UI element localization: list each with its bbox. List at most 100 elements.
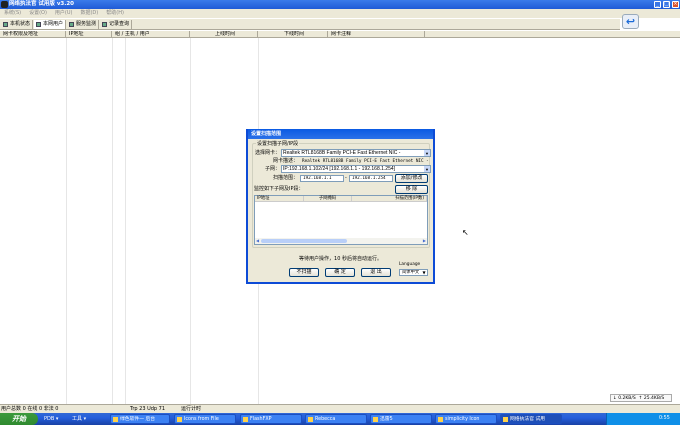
task-label: 绿色软件一 后台 bbox=[120, 417, 156, 422]
task-button[interactable]: Icons from File bbox=[174, 414, 236, 424]
column-divider bbox=[112, 38, 113, 404]
column-header[interactable]: 子网掩码 bbox=[304, 196, 352, 202]
tab-local-status[interactable]: 本机状态 bbox=[1, 20, 34, 29]
status-bar: 用户总数 0 在线 0 非法 0 Trp 23 Udp 71 运行计时 bbox=[0, 404, 680, 413]
chevron-down-icon: ▼ bbox=[424, 150, 430, 156]
column-header[interactable]: 扫描范围(IP数) bbox=[352, 196, 427, 202]
range-from-input[interactable]: 192.168.1.1 bbox=[300, 175, 344, 182]
language-select[interactable]: 简体中文 ▼ bbox=[399, 269, 428, 276]
add-modify-button[interactable]: 添加/修改 bbox=[395, 174, 428, 183]
task-button-active[interactable]: 网络执法官 试用 bbox=[500, 414, 562, 424]
tab-service-monitor[interactable]: 服务监测 bbox=[67, 20, 100, 29]
start-label: 开始 bbox=[12, 415, 26, 423]
scroll-right-icon[interactable]: ▶ bbox=[423, 238, 426, 243]
clock[interactable]: 0:55 bbox=[659, 416, 670, 421]
quicklaunch-pdb[interactable]: PDB ▾ bbox=[44, 413, 58, 425]
taskbar: 开始 PDB ▾ 工具 ▾ 绿色软件一 后台 Icons from File F… bbox=[0, 413, 680, 425]
app-icon bbox=[1, 1, 8, 8]
search-icon bbox=[102, 22, 107, 27]
app-icon bbox=[243, 417, 248, 422]
folder-icon bbox=[308, 417, 313, 422]
monitor-label: 监控如下子网及IP段： bbox=[254, 186, 304, 192]
subnet-table: IP地址 子网掩码 扫描范围(IP数) ◀ ▶ bbox=[254, 195, 428, 245]
chevron-down-icon: ▼ bbox=[421, 270, 427, 275]
exit-button[interactable]: 退 出 bbox=[361, 268, 391, 277]
nic-value: Realtek RTL8168B Family PCI-E Fast Ether… bbox=[283, 150, 401, 156]
status-traffic: Trp 23 Udp 71 bbox=[130, 406, 166, 412]
status-timer: 运行计时 bbox=[181, 406, 202, 412]
nic-select[interactable]: Realtek RTL8168B Family PCI-E Fast Ether… bbox=[281, 149, 431, 157]
column-divider bbox=[190, 38, 191, 404]
tab-bar: 本机状态 本网用户 服务监测 记录查询 bbox=[0, 19, 620, 30]
menu-settings[interactable]: 设置(O) bbox=[29, 10, 47, 16]
menu-help[interactable]: 帮助(H) bbox=[106, 10, 124, 16]
ok-button[interactable]: 确 定 bbox=[325, 268, 355, 277]
subnet-label: 子网： bbox=[264, 166, 280, 172]
menu-system[interactable]: 系统(S) bbox=[4, 10, 21, 16]
users-icon bbox=[36, 22, 41, 27]
close-button[interactable]: × bbox=[672, 1, 679, 8]
scroll-left-icon[interactable]: ◀ bbox=[256, 238, 259, 243]
column-header[interactable]: 网卡注释 bbox=[328, 31, 425, 38]
range-separator: - bbox=[345, 175, 347, 181]
menu-user[interactable]: 用户(U) bbox=[55, 10, 73, 16]
nic-description: Realtek RTL8168B Family PCI-E Fast Ether… bbox=[302, 159, 428, 164]
nic-label: 选择网卡： bbox=[254, 150, 280, 156]
range-to-input[interactable]: 192.168.1.254 bbox=[349, 175, 393, 182]
quicklaunch-tools[interactable]: 工具 ▾ bbox=[72, 413, 86, 425]
menu-data[interactable]: 数据(D) bbox=[80, 10, 98, 16]
task-button[interactable]: 迅雷5 bbox=[370, 414, 432, 424]
table-header: IP地址 子网掩码 扫描范围(IP数) bbox=[255, 196, 427, 202]
tab-record-query[interactable]: 记录查询 bbox=[100, 20, 133, 29]
system-tray: 0:55 bbox=[606, 413, 680, 425]
tab-label: 服务监测 bbox=[76, 21, 97, 27]
dialog-title: 设置扫描范围 bbox=[248, 129, 433, 139]
task-label: 网络执法官 试用 bbox=[510, 417, 546, 422]
column-header[interactable]: IP地址 bbox=[255, 196, 304, 202]
scroll-thumb[interactable] bbox=[261, 239, 347, 243]
tab-label: 本机状态 bbox=[10, 21, 31, 27]
mouse-cursor-icon: ↖ bbox=[462, 228, 469, 237]
speed-indicator: ↓ 0.2KB/S ↑ 25.4KB/S bbox=[610, 394, 672, 402]
column-header[interactable]: 网卡权限及地址 bbox=[0, 31, 66, 38]
tab-label: 本网用户 bbox=[43, 21, 64, 27]
menu-bar: 系统(S) 设置(O) 用户(U) 数据(D) 帮助(H) bbox=[0, 9, 680, 18]
start-button[interactable]: 开始 bbox=[0, 413, 38, 425]
column-header[interactable]: 下线时间 bbox=[258, 31, 328, 38]
column-header[interactable]: IP地址 bbox=[66, 31, 112, 38]
task-button[interactable]: simplicity Icon bbox=[435, 414, 497, 424]
task-button[interactable]: FlashFXP bbox=[240, 414, 302, 424]
app-icon bbox=[113, 417, 118, 422]
task-button[interactable]: 绿色软件一 后台 bbox=[110, 414, 170, 424]
task-button[interactable]: Rebecca bbox=[305, 414, 367, 424]
subnet-value: IP:192.168.1.102/24 [192.168.1.1 - 192.1… bbox=[283, 166, 396, 172]
maximize-button[interactable]: □ bbox=[663, 1, 670, 8]
task-label: Icons from File bbox=[184, 417, 219, 422]
column-header[interactable]: 上线时间 bbox=[190, 31, 258, 38]
horizontal-scrollbar[interactable]: ◀ ▶ bbox=[255, 238, 427, 244]
monitor-icon bbox=[69, 22, 74, 27]
tab-label: 记录查询 bbox=[109, 21, 130, 27]
column-divider bbox=[66, 38, 67, 404]
range-label: 扫描范围： bbox=[272, 175, 298, 181]
status-user-count: 用户总数 0 在线 0 非法 0 bbox=[1, 406, 59, 412]
minimize-button[interactable]: _ bbox=[654, 1, 661, 8]
title-bar: 网络执法官 试用版 v3.20 bbox=[0, 0, 680, 9]
chevron-down-icon: ▼ bbox=[424, 166, 430, 172]
desc-label: 网卡描述： bbox=[272, 158, 298, 164]
column-header[interactable]: 组 / 主机 / 用户 bbox=[112, 31, 190, 38]
app-icon bbox=[177, 417, 182, 422]
tab-network-users[interactable]: 本网用户 bbox=[34, 20, 67, 29]
scan-range-dialog: 设置扫描范围 设置扫描子网/IP段 选择网卡： Realtek RTL8168B… bbox=[246, 129, 435, 284]
column-divider bbox=[125, 38, 126, 404]
logo-icon: ↩ bbox=[622, 14, 639, 29]
download-speed: 25.4KB/S bbox=[643, 396, 665, 401]
task-label: Rebecca bbox=[315, 417, 336, 422]
group-label: 设置扫描子网/IP段 bbox=[256, 140, 300, 147]
subnet-select[interactable]: IP:192.168.1.102/24 [192.168.1.1 - 192.1… bbox=[281, 165, 431, 173]
list-header: 网卡权限及地址 IP地址 组 / 主机 / 用户 上线时间 下线时间 网卡注释 bbox=[0, 31, 680, 38]
task-label: 迅雷5 bbox=[380, 417, 393, 422]
remove-button[interactable]: 移 除 bbox=[395, 185, 428, 194]
upload-speed: 0.2KB/S bbox=[618, 396, 636, 401]
no-scan-button[interactable]: 不扫描 bbox=[289, 268, 319, 277]
